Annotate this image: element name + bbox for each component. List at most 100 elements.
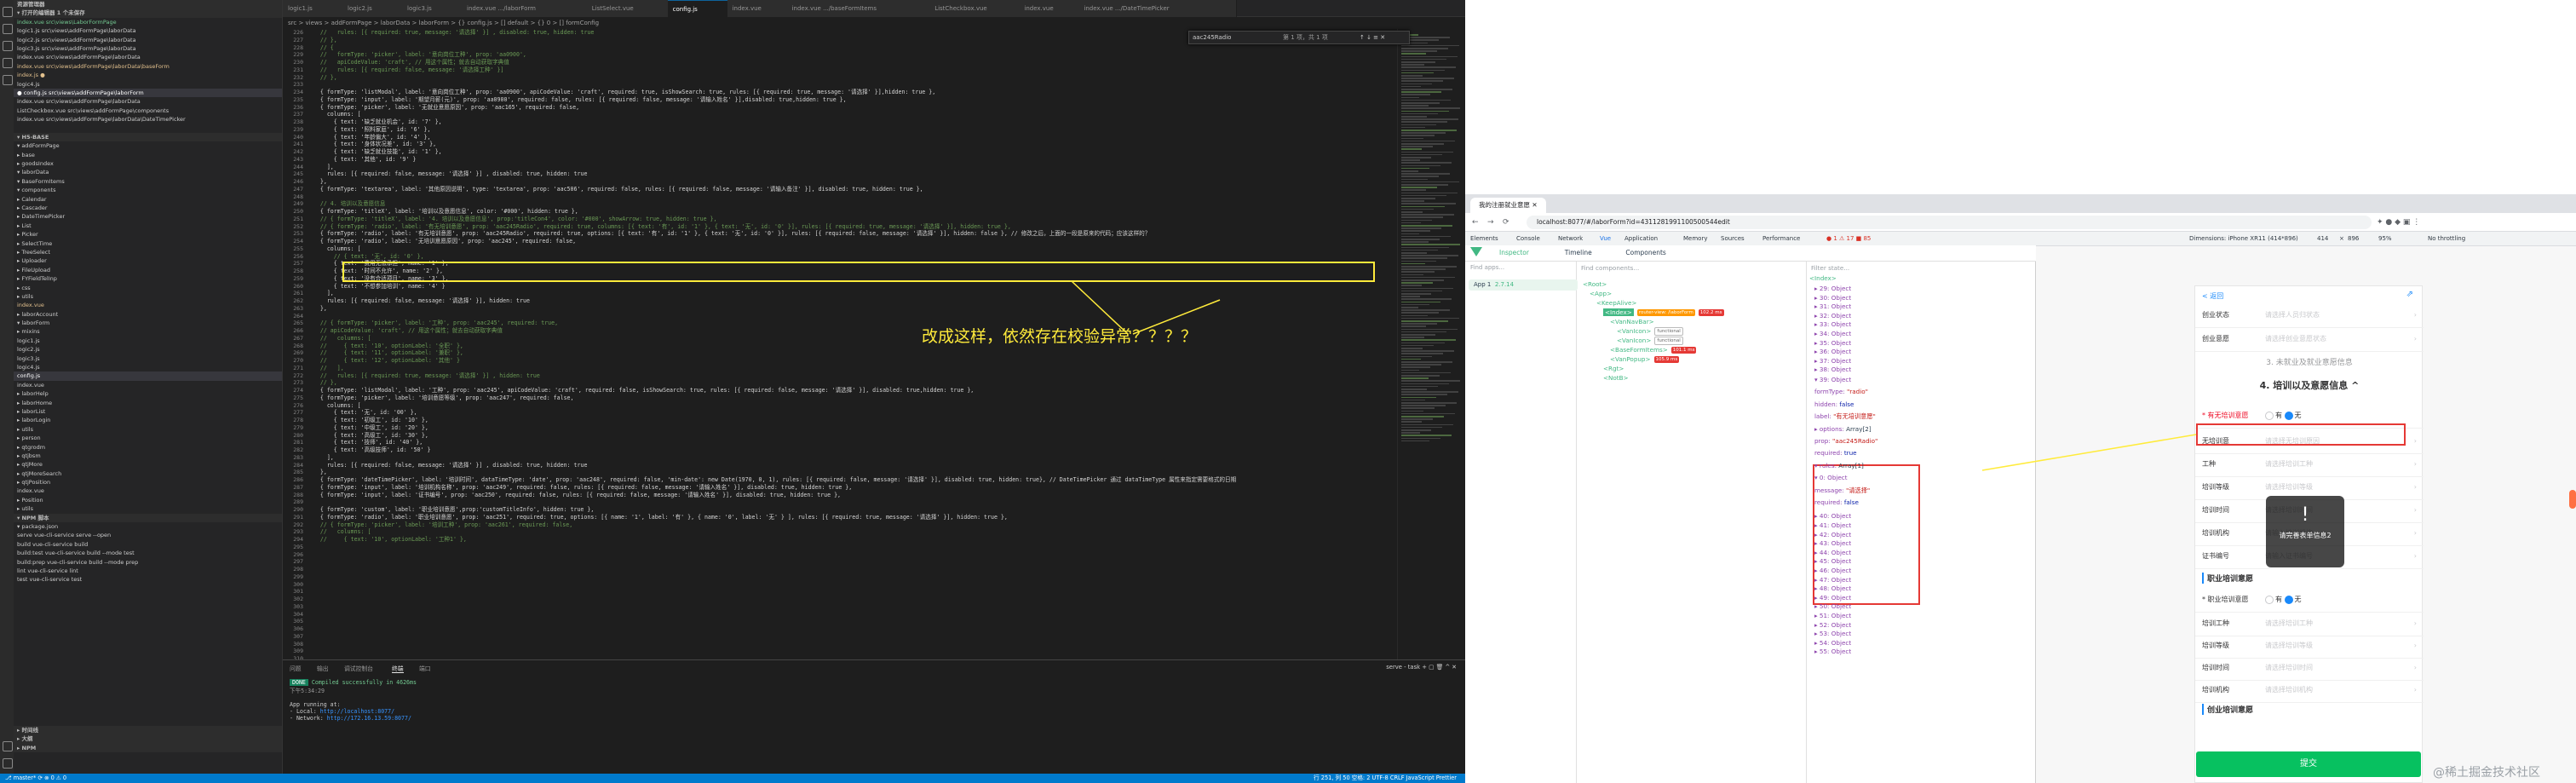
state-row[interactable]: ▸ 52: Object [1814,621,1851,630]
explorer-icon[interactable] [3,7,13,17]
code-line[interactable]: // { text: '11', optionLabel: '兼职' }, [307,349,1397,357]
find-nav-icons[interactable]: ↑ ↓ ≡ ✕ [1360,32,1385,43]
explorer-row[interactable]: index.vue [14,486,282,495]
state-row[interactable]: ▸ 44: Object [1814,549,1851,558]
chrome-tab-active[interactable]: 我的注册就业意愿 ✕ [1470,198,1546,213]
code-line[interactable]: { formType: 'dateTimePicker', label: '培训… [307,476,1397,484]
explorer-row[interactable]: ▾ BaseFormItems [14,177,282,186]
code-line[interactable]: { formType: 'input', label: '期望月薪(元)', p… [307,96,1397,104]
explorer-row[interactable]: 资源管理器 [14,0,282,9]
form-row[interactable]: 培训等级 请选择培训等级 › [2195,634,2424,659]
explorer-row[interactable]: index.vue [14,301,282,309]
explorer-row[interactable]: ▾ components [14,186,282,194]
explorer-row[interactable]: ▸ laborAccount [14,310,282,319]
breadcrumb[interactable]: src > views > addFormPage > laborData > … [283,17,1465,29]
explorer-row[interactable]: ListCheckbox.vue src\views\addFormPage\c… [14,107,282,115]
explorer-row[interactable]: ▸ laborHome [14,399,282,407]
component-tree-row[interactable]: <VanNavBar> [1610,317,1654,326]
explorer-row[interactable]: ▸ laborList [14,407,282,416]
section-title[interactable]: 4. 培训以及意愿信息 ^ [2195,378,2424,392]
vue-tab[interactable]: Components [1625,245,1665,261]
devtools-tab[interactable]: Console [1516,232,1540,245]
state-prop-row[interactable]: hidden: false [1814,400,1854,410]
state-row[interactable]: ▸ 32: Object [1814,312,1851,321]
explorer-row[interactable] [14,717,282,726]
explorer-row[interactable]: logic4.js [14,80,282,89]
code-line[interactable]: // columns: [ [307,528,1397,536]
minimap[interactable] [1397,29,1465,659]
code-line[interactable]: // }, [307,74,1397,82]
code-line[interactable]: // { text: '无', id: '0' }, [307,253,1397,261]
code-line[interactable]: { formType: 'input', label: '培训机构名称', pr… [307,484,1397,492]
code-line[interactable]: // ], [307,365,1397,372]
issues-counter[interactable]: ● 1 ⚠ 17 ■ 85 [1826,232,1871,245]
code-line[interactable]: // { formType: 'radio', label: '有无培训意愿',… [307,223,1397,231]
code-line[interactable]: { formType: 'listModal', label: '意向岗位工种'… [307,89,1397,96]
explorer-row[interactable]: ▸ qtjMoreSearch [14,469,282,478]
explorer-row[interactable]: ▸ person [14,434,282,442]
code-line[interactable]: // formType: 'picker', label: '意向岗位工种', … [307,51,1397,59]
panel-tab[interactable]: 问题 [290,664,302,672]
state-row[interactable]: ▸ 47: Object [1814,576,1851,585]
state-row[interactable]: ▸ 41: Object [1814,521,1851,531]
code-line[interactable]: // { text: '10', optionLabel: '工种1' }, [307,536,1397,544]
explorer-row[interactable]: index.vue src\views\addFormPage\laborDat… [14,115,282,124]
code-line[interactable]: // columns: [ [307,335,1397,343]
devtools-tab[interactable]: Sources [1721,232,1745,245]
explorer-row[interactable]: ▸ Uploader [14,256,282,265]
code-line[interactable]: ], [307,164,1397,171]
radio-yes[interactable] [2265,411,2274,420]
side-floating-handle[interactable] [2569,490,2576,509]
explorer-row[interactable] [14,619,282,628]
explorer-row[interactable]: ▸ 大纲 [14,734,282,744]
code-line[interactable]: ], [307,290,1397,297]
form-row[interactable]: 创业意愿 请选择创业意愿状态 › [2195,327,2424,352]
code-line[interactable]: { formType: 'radio', label: '无培训意愿原因', p… [307,238,1397,245]
explorer-row[interactable]: logic2.js src\views\addFormPage\laborDat… [14,36,282,44]
code-line[interactable]: { formType: 'custom', label: '职业培训意愿',pr… [307,506,1397,514]
explorer-row[interactable] [14,690,282,699]
explorer-row[interactable]: lint vue-cli-service lint [14,567,282,575]
code-line[interactable]: { text: '中级工', id: '20' }, [307,424,1397,432]
terminal-actions[interactable]: serve - task + ▢ 🗑 ^ ✕ [1386,664,1457,671]
code-line[interactable]: { text: '年龄偏大', id: '4' }, [307,134,1397,141]
state-row[interactable]: ▸ 38: Object [1814,366,1851,375]
code-line[interactable]: { text: '缺乏就业机会', id: '7' }, [307,118,1397,126]
radio-row-vocational[interactable]: * 职业培训意愿 有 无 [2195,588,2424,613]
code-line[interactable]: ], [307,454,1397,462]
code-line[interactable]: { formType: 'input', label: '证书编号', prop… [307,492,1397,499]
state-prop-row[interactable]: ▸ options: Array[2] [1814,425,1872,435]
status-left[interactable]: ⎇ master* ⟳ ⊗ 0 ⚠ 0 [5,774,66,783]
explorer-row[interactable]: ▾ 打开的编辑器 1 个未保存 [14,9,282,18]
explorer-row[interactable]: logic4.js [14,363,282,371]
code-line[interactable]: // { formType: 'titleX', label: '4. 培训以及… [307,216,1397,223]
component-tree-row[interactable]: <App> [1590,289,1612,298]
code-line[interactable]: // rules: [{ required: false, message: '… [307,66,1397,74]
explorer-row[interactable]: ▸ NPM [14,743,282,753]
code-line[interactable] [307,193,1397,201]
explorer-row[interactable] [14,584,282,593]
state-row[interactable]: ▸ 30: Object [1814,294,1851,303]
component-tree-row[interactable]: <NotB> [1603,373,1629,383]
state-row[interactable]: ▸ 46: Object [1814,567,1851,576]
explorer-row[interactable]: ▸ List [14,222,282,230]
explorer-row[interactable]: ▸ qtjMore [14,460,282,469]
gear-icon[interactable] [3,758,13,769]
panel-tab[interactable]: 端口 [419,664,431,672]
state-prop-row[interactable]: ▾ 0: Object [1814,474,1848,483]
explorer-row[interactable]: ▾ H5-BASE [14,132,282,142]
explorer-row[interactable]: ▸ DateTimePicker [14,212,282,221]
explorer-row[interactable]: ▾ addFormPage [14,141,282,150]
code-line[interactable]: { formType: 'listModal', label: '工种', pr… [307,387,1397,394]
throttling-select[interactable]: No throttling [2428,232,2465,245]
explorer-row[interactable] [14,629,282,637]
explorer-row[interactable] [14,611,282,619]
devtools-tab[interactable]: Application [1624,232,1658,245]
radio-yes[interactable] [2265,595,2274,604]
code-line[interactable] [307,313,1397,320]
state-row[interactable]: ▸ 29: Object [1814,285,1851,294]
explorer-row[interactable]: ▸ qtjPosition [14,478,282,486]
state-row[interactable]: ▸ 37: Object [1814,357,1851,366]
extensions-puzzle-icon[interactable]: ✦ ● ◆ ▣ ⋮ [2377,218,2420,227]
explorer-row[interactable]: ▾ package.json [14,522,282,531]
